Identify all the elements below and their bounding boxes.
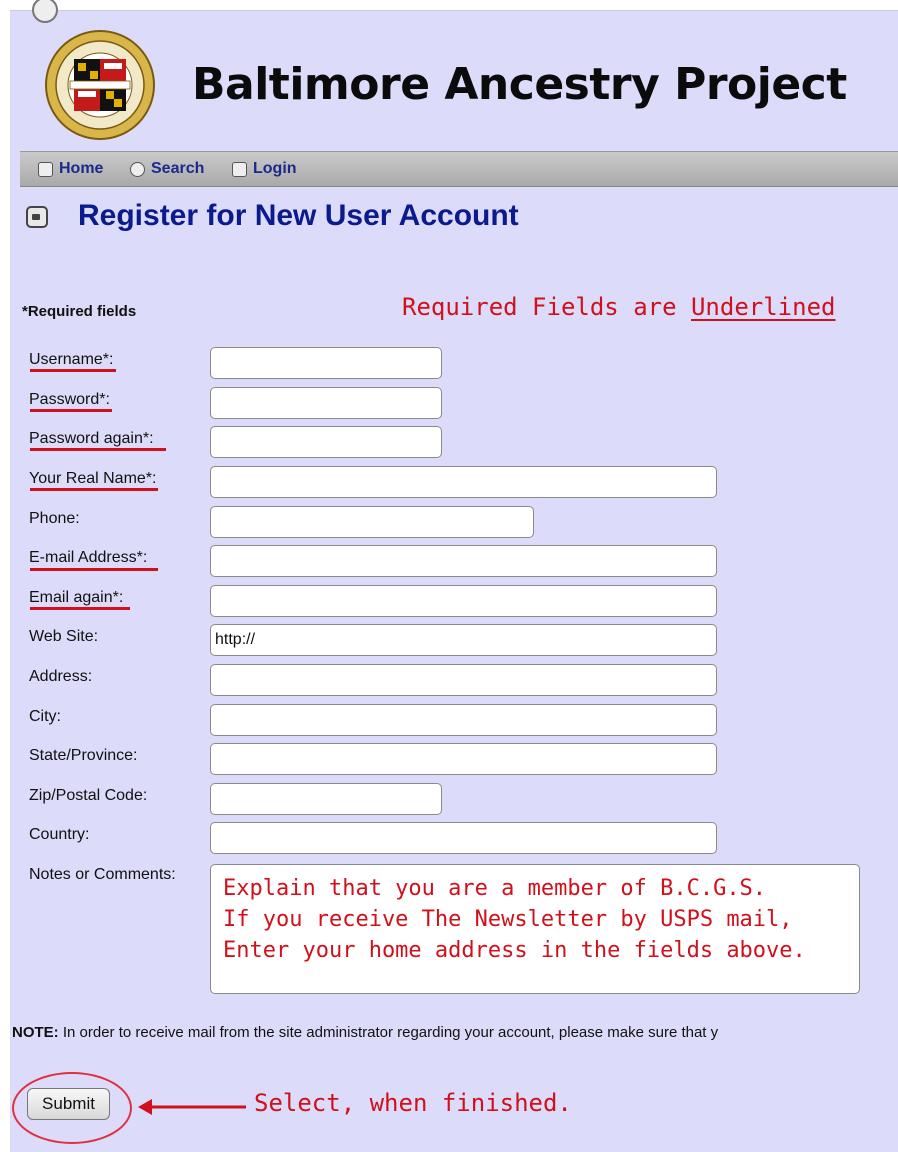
email-input[interactable] bbox=[210, 545, 717, 577]
comments-textarea[interactable]: Explain that you are a member of B.C.G.S… bbox=[210, 864, 860, 994]
password-again-input[interactable] bbox=[210, 426, 442, 458]
nav-login-label: Login bbox=[253, 160, 297, 177]
site-title: Baltimore Ancestry Project bbox=[192, 59, 847, 110]
browser-circle-icon bbox=[32, 0, 58, 23]
search-icon bbox=[130, 161, 145, 177]
address-input[interactable] bbox=[210, 664, 717, 696]
submit-hint-annotation: Select, when finished. bbox=[254, 1089, 572, 1117]
real-name-input[interactable] bbox=[210, 466, 717, 498]
required-underline bbox=[30, 607, 130, 610]
email-label: E-mail Address*: bbox=[29, 549, 148, 566]
note-text: In order to receive mail from the site a… bbox=[58, 1024, 719, 1041]
website-input[interactable] bbox=[210, 624, 717, 656]
country-input[interactable] bbox=[210, 822, 717, 854]
page-title: Register for New User Account bbox=[78, 199, 519, 232]
required-fields-annotation: Required Fields are Underlined bbox=[402, 293, 835, 321]
address-label: Address: bbox=[29, 668, 93, 685]
required-underline bbox=[30, 369, 116, 372]
required-annotation-underlined: Underlined bbox=[690, 293, 836, 321]
city-input[interactable] bbox=[210, 704, 717, 736]
phone-input[interactable] bbox=[210, 506, 534, 538]
username-input[interactable] bbox=[210, 347, 442, 379]
state-input[interactable] bbox=[210, 743, 717, 775]
nav-login-link[interactable]: Login bbox=[232, 160, 297, 178]
required-fields-note: *Required fields bbox=[22, 303, 137, 320]
home-icon bbox=[38, 161, 53, 177]
zip-label: Zip/Postal Code: bbox=[29, 787, 148, 804]
real-name-label: Your Real Name*: bbox=[29, 470, 157, 487]
password-label: Password*: bbox=[29, 391, 110, 408]
page-background: Baltimore Ancestry Project Home Search L… bbox=[10, 0, 898, 1152]
comments-label: Notes or Comments: bbox=[29, 866, 176, 883]
required-underline bbox=[30, 488, 158, 491]
email-again-label: Email again*: bbox=[29, 589, 124, 606]
city-label: City: bbox=[29, 708, 61, 725]
username-label: Username*: bbox=[29, 351, 114, 368]
required-underline bbox=[30, 568, 158, 571]
country-label: Country: bbox=[29, 826, 90, 843]
nav-home-label: Home bbox=[59, 160, 104, 177]
society-seal-logo bbox=[45, 30, 155, 140]
nav-search-label: Search bbox=[151, 160, 205, 177]
password-input[interactable] bbox=[210, 387, 442, 419]
phone-label: Phone: bbox=[29, 510, 80, 527]
note-prefix: NOTE: bbox=[12, 1024, 59, 1041]
nav-home-link[interactable]: Home bbox=[38, 160, 103, 178]
password-again-label: Password again*: bbox=[29, 430, 154, 447]
nav-bar: Home Search Login bbox=[20, 151, 898, 187]
zip-input[interactable] bbox=[210, 783, 442, 815]
lock-icon bbox=[26, 206, 48, 228]
required-annotation-text: Required Fields are bbox=[402, 293, 691, 321]
mail-note: NOTE: In order to receive mail from the … bbox=[12, 1024, 718, 1041]
required-underline bbox=[30, 448, 166, 451]
submit-button[interactable]: Submit bbox=[27, 1088, 110, 1120]
website-label: Web Site: bbox=[29, 628, 99, 645]
nav-search-link[interactable]: Search bbox=[130, 160, 204, 178]
lock-icon bbox=[232, 161, 247, 177]
state-label: State/Province: bbox=[29, 747, 138, 764]
email-again-input[interactable] bbox=[210, 585, 717, 617]
required-underline bbox=[30, 409, 112, 412]
arrow-left-icon bbox=[138, 1099, 246, 1115]
